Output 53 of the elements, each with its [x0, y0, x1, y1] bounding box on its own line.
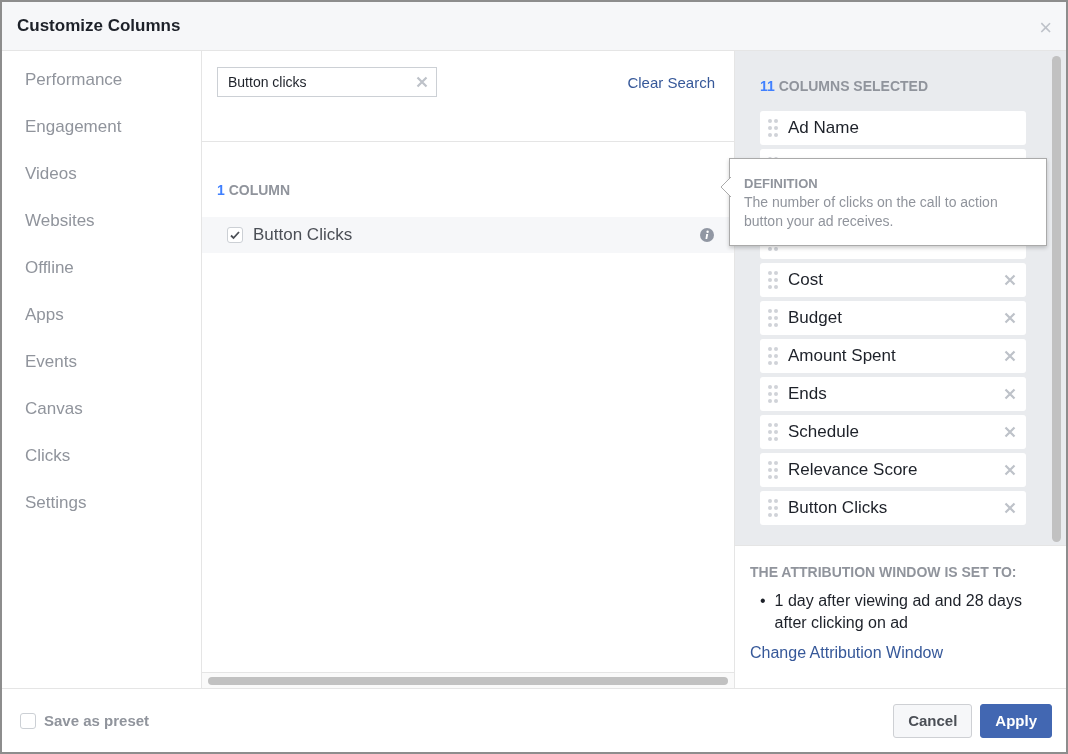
column-name: Ends [788, 384, 828, 404]
preset-label: Save as preset [44, 712, 150, 729]
remove-icon[interactable] [1004, 464, 1016, 476]
scrollbar[interactable] [1052, 56, 1061, 542]
remove-icon[interactable] [1004, 388, 1016, 400]
drag-handle-icon[interactable] [768, 270, 778, 290]
cancel-button[interactable]: Cancel [893, 703, 973, 738]
selected-heading: 11 COLUMNS SELECTED [760, 78, 930, 96]
column-name: Cost [788, 270, 824, 290]
search-field[interactable]: Button clicks [217, 67, 437, 97]
remove-icon[interactable] [1004, 502, 1016, 514]
info-icon[interactable] [700, 228, 714, 242]
column-card[interactable]: Schedule [760, 415, 1026, 449]
remove-icon[interactable] [1004, 312, 1016, 324]
clear-icon[interactable] [416, 76, 428, 88]
column-name: Button Clicks [788, 498, 889, 518]
tooltip-text: The number of clicks on the call to action button your ad receives. [744, 193, 999, 231]
drag-handle-icon[interactable] [768, 118, 778, 138]
column-card[interactable]: Amount Spent [760, 339, 1026, 373]
checkbox[interactable] [227, 227, 243, 243]
column-name: Ad Name [788, 118, 860, 138]
checkbox[interactable] [20, 712, 36, 729]
scrollbar[interactable] [208, 677, 728, 685]
column-card[interactable]: Ad Name [760, 111, 1026, 145]
remove-icon[interactable] [1004, 274, 1016, 286]
drag-handle-icon[interactable] [768, 308, 778, 328]
attribution-heading: THE ATTRIBUTION WINDOW IS SET TO: [750, 564, 1018, 580]
column-card[interactable]: Cost [760, 263, 1026, 297]
drag-handle-icon[interactable] [768, 498, 778, 518]
bullet-marker: • [760, 591, 766, 611]
column-name: Schedule [788, 422, 860, 442]
remove-icon[interactable] [1004, 426, 1016, 438]
apply-button[interactable]: Apply [980, 703, 1052, 738]
drag-handle-icon[interactable] [768, 346, 778, 366]
column-name: Amount Spent [788, 346, 897, 366]
column-card[interactable]: Relevance Score [760, 453, 1026, 487]
clear-search-link[interactable]: Clear Search [627, 74, 715, 91]
remove-icon[interactable] [1004, 350, 1016, 362]
column-name: Budget [788, 308, 843, 328]
dialog-title: Customize Columns [17, 16, 181, 36]
tooltip-title: DEFINITION [744, 176, 819, 191]
column-card[interactable]: Budget [760, 301, 1026, 335]
results-heading: 1 COLUMN [217, 182, 291, 200]
column-label: Button Clicks [253, 225, 353, 245]
attribution-text: 1 day after viewing ad and 28 days after clicking on ad [774, 591, 1023, 633]
column-name: Relevance Score [788, 460, 919, 480]
result-row[interactable]: Button Clicks [202, 217, 734, 253]
drag-handle-icon[interactable] [768, 422, 778, 442]
drag-handle-icon[interactable] [768, 460, 778, 480]
drag-handle-icon[interactable] [768, 384, 778, 404]
column-card[interactable]: Button Clicks [760, 491, 1026, 525]
column-card[interactable]: Ends [760, 377, 1026, 411]
change-attribution-link[interactable]: Change Attribution Window [750, 644, 943, 661]
